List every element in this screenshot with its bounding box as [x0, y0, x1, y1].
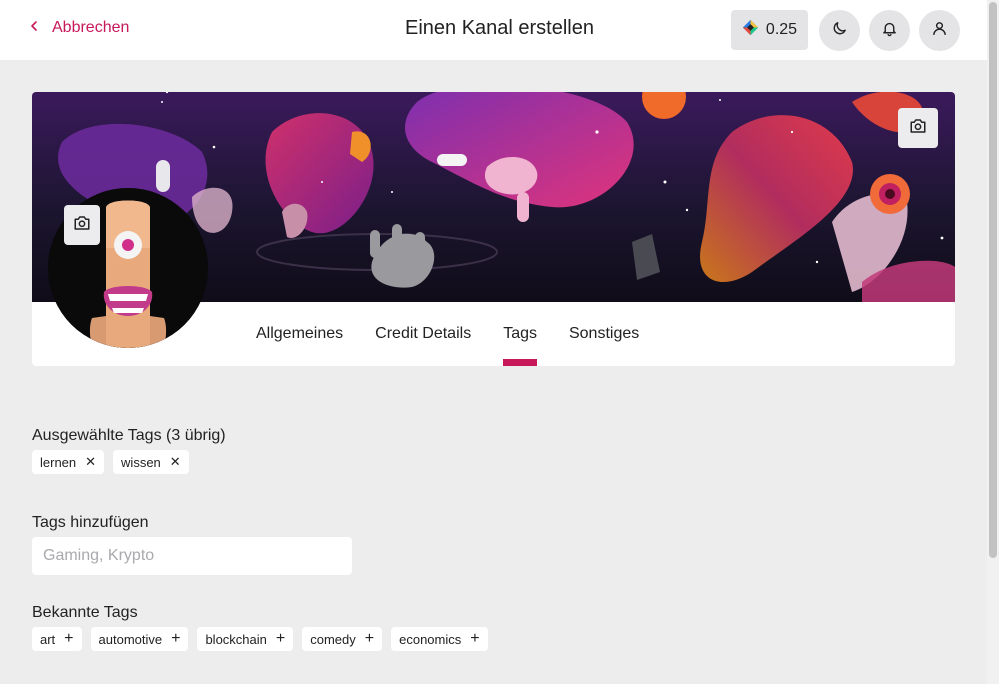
close-icon[interactable]: ✕ [170, 454, 181, 470]
known-tag-chip[interactable]: comedy + [302, 627, 383, 651]
camera-icon [73, 214, 91, 237]
camera-icon [909, 117, 927, 140]
known-tag-chip[interactable]: art + [32, 627, 82, 651]
plus-icon: + [364, 630, 375, 647]
scrollbar-thumb[interactable] [989, 2, 997, 558]
plus-icon: + [470, 630, 480, 647]
selected-tags-heading: Ausgewählte Tags (3 übrig) [32, 427, 226, 444]
tab-tags[interactable]: Tags [487, 302, 553, 366]
known-tag-chip[interactable]: blockchain + [197, 627, 294, 651]
top-bar: Abbrechen Einen Kanal erstellen 0.25 [0, 0, 987, 60]
add-tags-heading: Tags hinzufügen [32, 514, 149, 531]
close-icon[interactable]: ✕ [85, 454, 96, 470]
tag-label: economics [399, 631, 462, 647]
tag-label: automotive [98, 631, 163, 647]
page-scrollbar[interactable] [987, 0, 999, 684]
credits-amount: 0.25 [765, 21, 798, 38]
known-tags-list: art + automotive + blockchain + comedy +… [32, 627, 488, 651]
user-icon [931, 20, 948, 42]
change-cover-button[interactable] [898, 108, 938, 148]
tag-label: wissen [121, 454, 161, 470]
tag-label: comedy [310, 631, 356, 647]
tag-label: lernen [40, 454, 77, 470]
known-tags-heading: Bekannte Tags [32, 604, 138, 621]
plus-icon: + [171, 630, 181, 647]
bell-icon [881, 20, 898, 42]
tab-sonstiges[interactable]: Sonstiges [553, 302, 655, 366]
selected-tags-list: lernen ✕ wissen ✕ [32, 450, 189, 474]
tag-label: blockchain [205, 631, 267, 647]
theme-toggle-button[interactable] [819, 10, 860, 51]
notifications-button[interactable] [869, 10, 910, 51]
lbc-icon [742, 19, 759, 41]
credits-balance-button[interactable]: 0.25 [731, 10, 808, 50]
tag-label: art [40, 631, 56, 647]
tag-search-input[interactable] [32, 537, 352, 575]
known-tag-chip[interactable]: automotive + [90, 627, 189, 651]
account-button[interactable] [919, 10, 960, 51]
change-thumbnail-button[interactable] [64, 205, 100, 245]
tab-credit-details[interactable]: Credit Details [359, 302, 487, 366]
plus-icon: + [64, 630, 74, 647]
known-tag-chip[interactable]: economics + [391, 627, 488, 651]
selected-tag-chip[interactable]: wissen ✕ [113, 450, 189, 474]
channel-tabs: Allgemeines Credit Details Tags Sonstige… [240, 302, 655, 366]
plus-icon: + [275, 630, 286, 647]
selected-tag-chip[interactable]: lernen ✕ [32, 450, 105, 474]
moon-icon [831, 20, 848, 42]
tab-allgemeines[interactable]: Allgemeines [240, 302, 359, 366]
